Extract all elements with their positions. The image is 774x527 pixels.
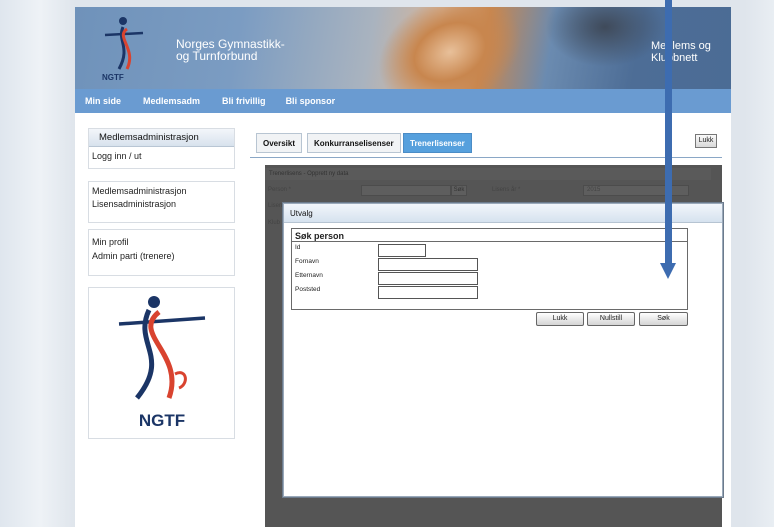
search-panel-title: Søk person	[292, 229, 687, 242]
main-nav: Min side Medlemsadm Bli frivillig Bli sp…	[75, 89, 731, 113]
id-input[interactable]	[378, 244, 426, 257]
logo-text: NGTF	[102, 73, 124, 82]
nav-bli-sponsor[interactable]: Bli sponsor	[286, 96, 336, 106]
fornavn-label: Fornavn	[295, 258, 319, 265]
site-title-line2: Klubbnett	[651, 52, 698, 64]
sidebar-link-admin-parti[interactable]: Admin parti (trenere)	[92, 249, 234, 263]
nav-bli-frivillig[interactable]: Bli frivillig	[222, 96, 266, 106]
search-person-dialog: Utvalg Søk person Id Fornavn Etternavn P…	[283, 203, 723, 497]
banner-photo-blur	[358, 7, 542, 89]
org-name-line2: og Turnforbund	[176, 49, 258, 63]
sidebar-link-min-profil[interactable]: Min profil	[92, 235, 234, 249]
gymnast-logo-icon	[104, 17, 144, 70]
page: NGTF Norges Gymnastikk- og Turnforbund M…	[75, 7, 731, 527]
tab-konkurranselisenser[interactable]: Konkurranselisenser	[307, 133, 401, 153]
tab-oversikt[interactable]: Oversikt	[256, 133, 303, 153]
header-banner: NGTF Norges Gymnastikk- og Turnforbund M…	[75, 7, 731, 89]
bg-search-button: Søk	[451, 185, 467, 196]
bg-row2-label: Lisen	[268, 203, 283, 209]
fornavn-input[interactable]	[378, 258, 478, 271]
dialog-close-button[interactable]: Lukk	[536, 312, 584, 326]
tab-bar: Oversikt Konkurranselisenser Trenerlisen…	[250, 130, 722, 158]
close-tab-button[interactable]: Lukk	[695, 134, 717, 148]
search-person-panel: Søk person Id Fornavn Etternavn Poststed	[291, 228, 688, 310]
search-button[interactable]: Søk	[639, 312, 688, 326]
sidebar-link-lisensadministrasjon[interactable]: Lisensadministrasjon	[92, 198, 234, 211]
nav-min-side[interactable]: Min side	[85, 96, 121, 106]
sidebar-admin-title: Medlemsadministrasjon	[89, 129, 234, 147]
bg-year-label: Lisens år *	[492, 187, 521, 193]
sidebar-link-medlemsadministrasjon[interactable]: Medlemsadministrasjon	[92, 185, 234, 198]
nav-medlemsadm[interactable]: Medlemsadm	[143, 96, 200, 106]
ngtf-logo-icon: NGTF	[118, 296, 206, 430]
sidebar-logo-text: NGTF	[139, 411, 185, 430]
sidebar-admin-box: Medlemsadministrasjon Logg inn / ut	[88, 128, 235, 169]
organization-name: Norges Gymnastikk- og Turnforbund	[176, 38, 336, 62]
etternavn-input[interactable]	[378, 272, 478, 285]
tab-trenerlisenser[interactable]: Trenerlisenser	[403, 133, 472, 153]
main-content: Oversikt Konkurranselisenser Trenerlisen…	[250, 130, 723, 527]
banner-photo-shadow	[545, 7, 665, 67]
poststed-label: Poststed	[295, 286, 321, 293]
login-link[interactable]: Logg inn / ut	[89, 147, 234, 161]
annotation-arrow-icon	[660, 263, 676, 279]
id-label: Id	[295, 244, 301, 251]
sidebar-links-box: Medlemsadministrasjon Lisensadministrasj…	[88, 181, 235, 223]
dialog-title: Utvalg	[284, 204, 722, 223]
bg-person-field	[361, 185, 451, 196]
bg-form-title: Trenerlisens - Opprett ny data	[265, 168, 711, 180]
sidebar-logo-box: NGTF	[88, 287, 235, 439]
sidebar-profile-box: Min profil Admin parti (trenere)	[88, 229, 235, 276]
site-title: Medlems og Klubbnett	[651, 40, 731, 64]
site-title-line1: Medlems og	[651, 40, 711, 52]
bg-person-label: Person *	[268, 187, 292, 193]
etternavn-label: Etternavn	[295, 272, 323, 279]
bg-year-field: 2015	[583, 185, 689, 196]
reset-button[interactable]: Nullstill	[587, 312, 635, 326]
poststed-input[interactable]	[378, 286, 478, 299]
annotation-arrow-shaft	[665, 0, 672, 265]
bg-row3-label: Klub	[268, 220, 281, 226]
